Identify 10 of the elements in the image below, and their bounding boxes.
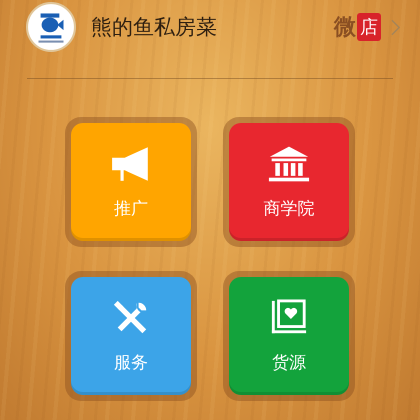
shop-title: 熊的鱼私房菜 <box>91 14 218 41</box>
fish-logo-icon <box>26 2 76 52</box>
menu-tile[interactable]: 服务 <box>71 277 191 395</box>
store-link-text[interactable]: 微 <box>334 12 356 42</box>
store-badge[interactable]: 店 <box>357 13 381 41</box>
menu-tile[interactable]: 商学院 <box>229 123 349 241</box>
menu-tile[interactable]: 货源 <box>229 277 349 395</box>
chevron-right-icon[interactable] <box>391 18 400 36</box>
menu-tile[interactable]: 推广 <box>71 123 191 241</box>
building-icon <box>268 144 310 182</box>
